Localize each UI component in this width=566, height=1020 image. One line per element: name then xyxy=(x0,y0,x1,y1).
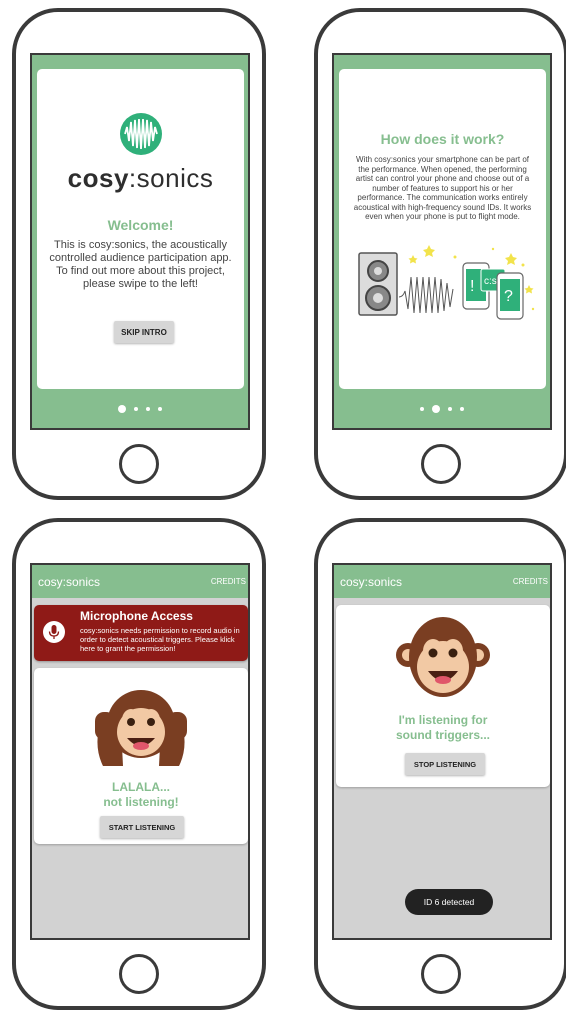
svg-text:?: ? xyxy=(504,288,513,305)
microphone-icon xyxy=(43,621,65,643)
page-dot-1 xyxy=(118,405,126,413)
how-it-works-screen[interactable]: How does it work? With cosy:sonics your … xyxy=(332,53,552,430)
speaker-icon xyxy=(358,252,398,316)
how-it-works-title: How does it work? xyxy=(380,131,505,147)
home-button[interactable] xyxy=(421,954,461,994)
phone-frame-not-listening: cosy:sonics CREDITS Microphone Access co… xyxy=(12,518,266,1010)
app-title: cosy:sonics xyxy=(340,575,403,589)
page-dot-4 xyxy=(158,407,162,411)
how-it-works-text: With cosy:sonics your smartphone can be … xyxy=(353,155,532,221)
page-dot-2 xyxy=(432,405,440,413)
phone-question-icon: ? xyxy=(496,272,524,320)
phone-frame-how-it-works: How does it work? With cosy:sonics your … xyxy=(314,8,566,500)
svg-text:!: ! xyxy=(470,278,474,295)
home-button[interactable] xyxy=(119,954,159,994)
listening-status-card: LALALA... not listening! START LISTENING xyxy=(34,668,248,844)
credits-button[interactable]: CREDITS xyxy=(513,577,548,586)
status-line-2: not listening! xyxy=(103,795,179,809)
monkey-face-icon xyxy=(396,617,490,697)
status-line-1: I'm listening for xyxy=(398,713,488,727)
stop-listening-button[interactable]: STOP LISTENING xyxy=(405,753,485,775)
welcome-card: cosy:sonics Welcome! This is cosy:sonics… xyxy=(37,69,244,389)
skip-intro-button[interactable]: SKIP INTRO xyxy=(114,321,174,343)
microphone-access-title: Microphone Access xyxy=(80,609,193,623)
detection-toast: ID 6 detected xyxy=(405,889,493,915)
phone-frame-listening: cosy:sonics CREDITS I'm listening for so… xyxy=(314,518,566,1010)
page-dot-3 xyxy=(146,407,150,411)
welcome-title: Welcome! xyxy=(107,217,174,233)
sound-wave-logo-icon xyxy=(120,113,162,155)
listening-status-card: I'm listening for sound triggers... STOP… xyxy=(336,605,550,787)
phone-frame-welcome: cosy:sonics Welcome! This is cosy:sonics… xyxy=(12,8,266,500)
page-indicator xyxy=(334,405,550,413)
welcome-screen[interactable]: cosy:sonics Welcome! This is cosy:sonics… xyxy=(30,53,250,430)
status-line-2: sound triggers... xyxy=(395,728,490,742)
listening-status-text: LALALA... not listening! xyxy=(34,780,248,810)
credits-button[interactable]: CREDITS xyxy=(211,577,246,586)
svg-text:c:s: c:s xyxy=(484,276,497,287)
page-dot-4 xyxy=(460,407,464,411)
main-screen-listening: cosy:sonics CREDITS I'm listening for so… xyxy=(332,563,552,940)
page-dot-3 xyxy=(448,407,452,411)
welcome-text: This is cosy:sonics, the acoustically co… xyxy=(49,239,232,290)
microphone-access-text: cosy:sonics needs permission to record a… xyxy=(80,626,240,653)
how-it-works-card: How does it work? With cosy:sonics your … xyxy=(339,69,546,389)
microphone-access-card[interactable]: Microphone Access cosy:sonics needs perm… xyxy=(34,605,248,661)
app-bar: cosy:sonics CREDITS xyxy=(334,565,550,598)
page-dot-2 xyxy=(134,407,138,411)
sound-wave-icon xyxy=(398,276,454,314)
main-screen-not-listening: cosy:sonics CREDITS Microphone Access co… xyxy=(30,563,250,940)
listening-status-text: I'm listening for sound triggers... xyxy=(336,713,550,743)
app-bar: cosy:sonics CREDITS xyxy=(32,565,248,598)
app-logo-wordmark: cosy:sonics xyxy=(67,163,214,193)
home-button[interactable] xyxy=(119,444,159,484)
status-line-1: LALALA... xyxy=(112,780,170,794)
hear-no-evil-monkey-icon xyxy=(95,690,187,766)
home-button[interactable] xyxy=(421,444,461,484)
app-title: cosy:sonics xyxy=(38,575,101,589)
start-listening-button[interactable]: START LISTENING xyxy=(100,816,184,838)
speaker-to-phones-illustration: ! c:s ? xyxy=(358,245,535,320)
page-indicator xyxy=(32,405,248,413)
page-dot-1 xyxy=(420,407,424,411)
